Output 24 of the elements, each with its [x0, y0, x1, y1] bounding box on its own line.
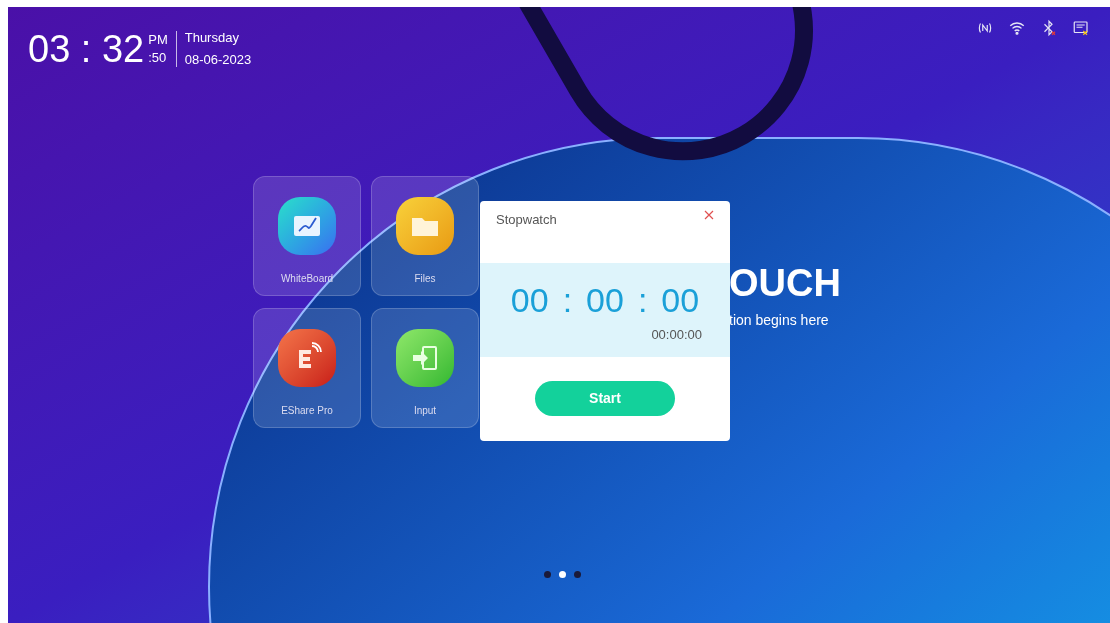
whiteboard-app-icon	[278, 197, 336, 255]
clock-period: PM	[148, 31, 168, 49]
dialog-title: Stopwatch	[496, 211, 557, 229]
timer-minutes: 00	[586, 283, 624, 317]
wifi-icon	[1008, 19, 1026, 37]
date-text: 08-06-2023	[184, 51, 252, 69]
weekday-text: Thursday	[184, 29, 240, 47]
timer-separator: :	[562, 283, 573, 317]
files-app-icon	[396, 197, 454, 255]
app-tile[interactable]: Files	[371, 176, 479, 296]
elapsed-time: 00:00:00	[651, 326, 702, 344]
eshare-app-icon	[278, 329, 336, 387]
app-tile[interactable]: EShare Pro	[253, 308, 361, 428]
timer-hours: 00	[510, 283, 549, 317]
close-icon[interactable]	[704, 210, 714, 220]
brand-tagline: tion begins here	[729, 311, 830, 330]
timer-separator: :	[637, 283, 648, 317]
screen-cast-off-icon	[1072, 19, 1090, 37]
clock-seconds: :50	[148, 49, 168, 67]
app-tile[interactable]: WhiteBoard	[253, 176, 361, 296]
clock-time: 03 : 32	[28, 30, 145, 68]
brand-title: OUCH	[729, 264, 841, 302]
timer-seconds: 00	[661, 283, 700, 317]
app-tile[interactable]: Input	[371, 308, 479, 428]
